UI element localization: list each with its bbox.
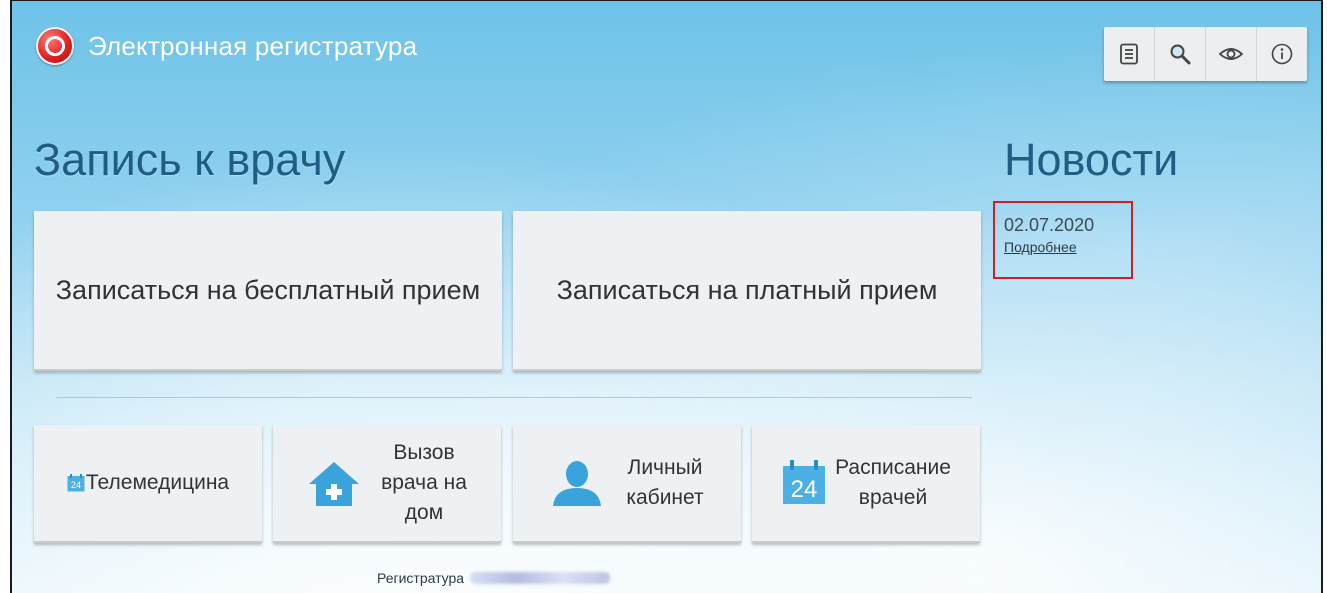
home-visit-button[interactable]: Вызов врача на дом [273,425,501,543]
calendar-small-icon: 24 [67,474,85,492]
footer: Регистратура [377,570,611,586]
free-appointment-button[interactable]: Записаться на бесплатный прием [34,211,502,371]
registry-logo-icon[interactable] [36,27,74,65]
cabinet-line: Личный [627,456,703,479]
telemedicine-button[interactable]: 24 Телемедицина [34,425,262,543]
page-frame: Электронная регистратура Запись к врачу … [10,0,1323,593]
house-plus-icon [309,462,360,506]
personal-cabinet-label: Личный кабинет [626,453,703,513]
doctors-schedule-button[interactable]: 24 Расписание врачей [752,425,980,543]
news-more-link[interactable]: Подробнее [1004,239,1077,255]
doctors-schedule-label: Расписание врачей [835,453,951,513]
news-date: 02.07.2020 [1004,215,1095,235]
info-icon[interactable] [1257,27,1307,81]
paid-appointment-label: Записаться на платный прием [556,275,938,305]
blurred-phone [470,572,611,584]
paid-appointment-button[interactable]: Записаться на платный прием [513,211,981,371]
calendar-small-day: 24 [71,480,81,490]
app-title: Электронная регистратура [88,30,418,61]
document-icon[interactable] [1104,27,1155,81]
divider [56,397,972,398]
telemedicine-label: Телемедицина [85,471,230,494]
news-item: 02.07.2020 Подробнее [993,201,1133,279]
appointment-heading: Запись к врачу [34,134,346,185]
personal-cabinet-button[interactable]: Личный кабинет [513,425,741,543]
calendar-icon: 24 [783,460,826,504]
cabinet-line: кабинет [626,486,704,509]
app-header: Электронная регистратура [36,27,417,65]
schedule-line: Расписание [835,456,951,479]
search-icon[interactable] [1155,27,1206,81]
home-visit-label: Вызов врача на дом [381,438,467,528]
schedule-line: врачей [858,486,928,509]
free-appointment-label: Записаться на бесплатный прием [55,275,481,305]
eye-icon[interactable] [1206,27,1257,81]
footer-label: Регистратура [377,570,465,586]
toolbar [1104,27,1307,81]
user-icon [553,461,602,506]
home-visit-line: Вызов [393,441,455,464]
news-heading: Новости [1004,134,1179,185]
home-visit-line: врача на [381,471,467,494]
home-visit-line: дом [404,501,444,524]
calendar-day: 24 [791,476,818,503]
